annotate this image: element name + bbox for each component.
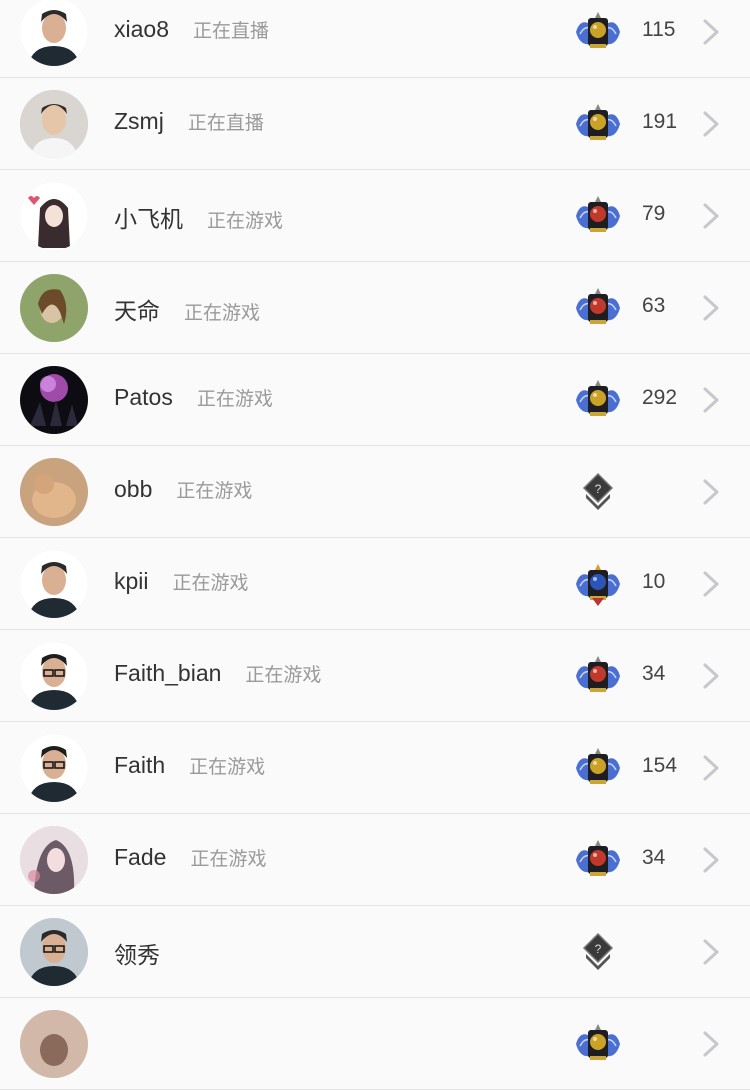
- gold-wings-medal-icon: [572, 1022, 624, 1066]
- player-name: Fade: [114, 844, 167, 870]
- player-name-wrap: Faith_bian 正在游戏: [114, 660, 321, 687]
- list-item[interactable]: Zsmj 正在直播 191: [0, 78, 750, 170]
- player-name-wrap: Zsmj 正在直播: [114, 108, 264, 135]
- chevron-right-icon[interactable]: [702, 202, 720, 230]
- red-wings-medal-icon: [572, 286, 624, 330]
- anime-girl-avatar[interactable]: [20, 182, 88, 250]
- status-text: 正在游戏: [190, 849, 267, 870]
- rank-count: 115: [642, 18, 676, 41]
- svg-text:?: ?: [595, 942, 602, 956]
- chevron-right-icon[interactable]: [702, 18, 720, 46]
- status-text: 正在游戏: [207, 211, 284, 232]
- gold-wings-medal-icon: [572, 746, 624, 790]
- list-item[interactable]: Fade 正在游戏 34: [0, 814, 750, 906]
- player-name: Patos: [114, 384, 173, 410]
- chevron-right-icon[interactable]: [702, 294, 720, 322]
- status-text: 正在游戏: [172, 573, 249, 594]
- status-text: 正在直播: [187, 113, 264, 134]
- list-item[interactable]: 小飞机 正在游戏 79: [0, 170, 750, 262]
- red-wings-medal-icon: [572, 654, 624, 698]
- chevron-right-icon[interactable]: [702, 1030, 720, 1058]
- man-portrait-dark-bg[interactable]: [20, 0, 88, 66]
- chevron-right-icon[interactable]: [702, 478, 720, 506]
- player-name-wrap: kpii 正在游戏: [114, 568, 249, 595]
- list-item[interactable]: 天命 正在游戏 63: [0, 262, 750, 354]
- list-item[interactable]: kpii 正在游戏 10: [0, 538, 750, 630]
- player-name-wrap: Patos 正在游戏: [114, 384, 273, 411]
- status-text: 正在游戏: [245, 665, 322, 686]
- status-text: 正在游戏: [189, 757, 266, 778]
- anime-art-avatar[interactable]: [20, 826, 88, 894]
- player-name-wrap: Faith 正在游戏: [114, 752, 265, 779]
- chevron-right-icon[interactable]: [702, 386, 720, 414]
- gold-wings-medal-icon: [572, 378, 624, 422]
- list-item[interactable]: Patos 正在游戏 292: [0, 354, 750, 446]
- chevron-right-icon[interactable]: [702, 570, 720, 598]
- player-name: 天命: [114, 298, 160, 324]
- chevron-right-icon[interactable]: [702, 754, 720, 782]
- man-glasses-avatar[interactable]: [20, 918, 88, 986]
- player-name: Faith_bian: [114, 660, 222, 686]
- player-name-wrap: 天命 正在游戏: [114, 292, 260, 326]
- player-name-wrap: 小飞机 正在游戏: [114, 200, 283, 234]
- player-name-wrap: 领秀: [114, 936, 184, 970]
- dark-concert-avatar[interactable]: [20, 366, 88, 434]
- rank-count: 154: [642, 754, 678, 777]
- rank-count: 10: [642, 570, 666, 593]
- unranked-medal-icon: ?: [572, 930, 624, 974]
- status-text: 正在游戏: [184, 303, 261, 324]
- player-name: Zsmj: [114, 108, 164, 134]
- player-name: 小飞机: [114, 206, 183, 232]
- player-name-wrap: obb 正在游戏: [114, 476, 252, 503]
- list-item[interactable]: [0, 998, 750, 1090]
- rank-count: 63: [642, 294, 666, 317]
- status-text: 正在直播: [192, 21, 269, 42]
- player-name-wrap: xiao8 正在直播: [114, 16, 269, 43]
- man-portrait-dark-bg[interactable]: [20, 550, 88, 618]
- player-name: Faith: [114, 752, 166, 778]
- gold-wings-medal-icon: [572, 10, 624, 54]
- man-glasses-avatar[interactable]: [20, 734, 88, 802]
- list-item[interactable]: Faith_bian 正在游戏 34: [0, 630, 750, 722]
- player-name: kpii: [114, 568, 149, 594]
- player-name: xiao8: [114, 16, 169, 42]
- girl-photo-green[interactable]: [20, 274, 88, 342]
- red-wings-medal-icon: [572, 194, 624, 238]
- top-rank-medal-icon: [572, 562, 624, 606]
- rank-count: 79: [642, 202, 666, 225]
- rank-count: 292: [642, 386, 678, 409]
- chevron-right-icon[interactable]: [702, 662, 720, 690]
- list-item[interactable]: obb 正在游戏 ?: [0, 446, 750, 538]
- player-name: obb: [114, 476, 153, 502]
- list-item[interactable]: xiao8 正在直播 115: [0, 0, 750, 78]
- status-text: 正在游戏: [196, 389, 273, 410]
- partial-avatar[interactable]: [20, 1010, 88, 1078]
- chevron-right-icon[interactable]: [702, 110, 720, 138]
- rank-count: 34: [642, 846, 666, 869]
- man-portrait-light[interactable]: [20, 90, 88, 158]
- red-wings-medal-icon: [572, 838, 624, 882]
- man-glasses-avatar[interactable]: [20, 642, 88, 710]
- player-list: xiao8 正在直播 115 Zsmj 正在直播 191 小飞机 正在游戏 79…: [0, 0, 750, 1090]
- chevron-right-icon[interactable]: [702, 846, 720, 874]
- cat-photo-avatar[interactable]: [20, 458, 88, 526]
- player-name: 领秀: [114, 942, 160, 968]
- list-item[interactable]: 领秀 ?: [0, 906, 750, 998]
- rank-count: 191: [642, 110, 678, 133]
- gold-wings-medal-icon: [572, 102, 624, 146]
- player-name-wrap: Fade 正在游戏: [114, 844, 266, 871]
- svg-text:?: ?: [595, 482, 602, 496]
- chevron-right-icon[interactable]: [702, 938, 720, 966]
- rank-count: 34: [642, 662, 666, 685]
- unranked-medal-icon: ?: [572, 470, 624, 514]
- list-item[interactable]: Faith 正在游戏 154: [0, 722, 750, 814]
- status-text: 正在游戏: [176, 481, 253, 502]
